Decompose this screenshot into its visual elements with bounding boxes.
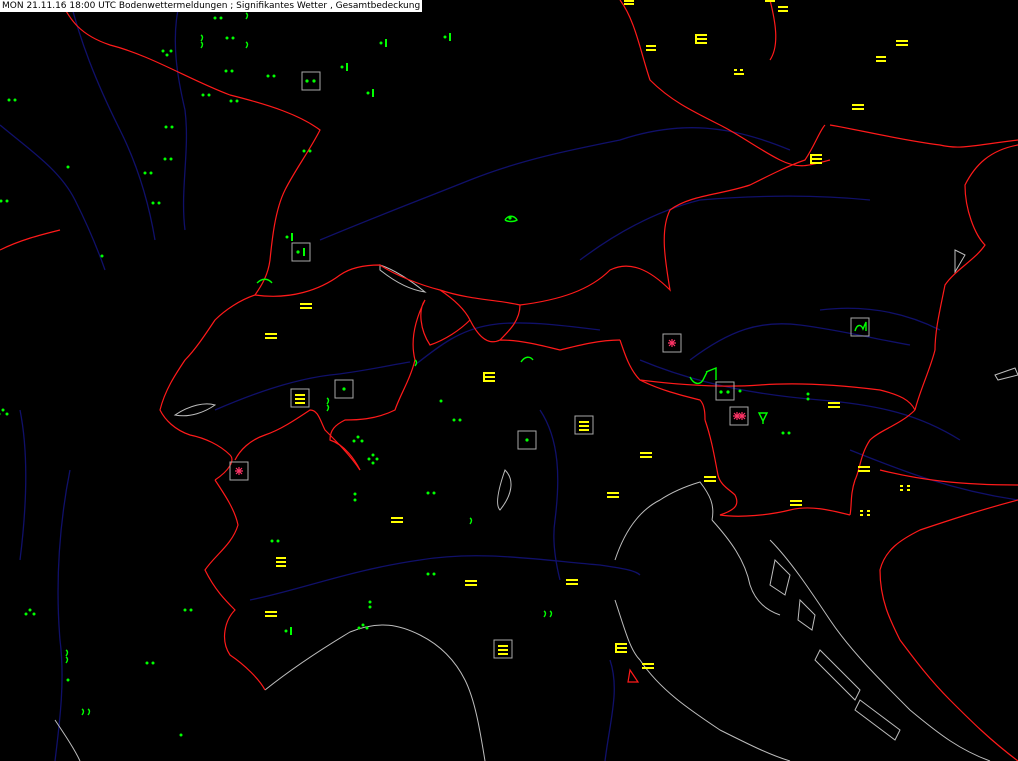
fog-symbol [765, 0, 775, 2]
weather-map [0, 0, 1018, 761]
fog-symbol-dense [483, 372, 495, 382]
map-title-bar: MON 21.11.16 18:00 UTC Bodenwettermeldun… [0, 0, 423, 12]
fog-symbol-dense [695, 34, 707, 44]
map-background [0, 0, 1018, 761]
snow-asterisk [668, 339, 676, 347]
fog-symbol-dense [810, 154, 822, 164]
fog-symbol-dense [615, 643, 627, 653]
fog-symbol-dense [276, 557, 286, 567]
snow-asterisk [733, 412, 746, 420]
snow-asterisk [235, 467, 243, 475]
